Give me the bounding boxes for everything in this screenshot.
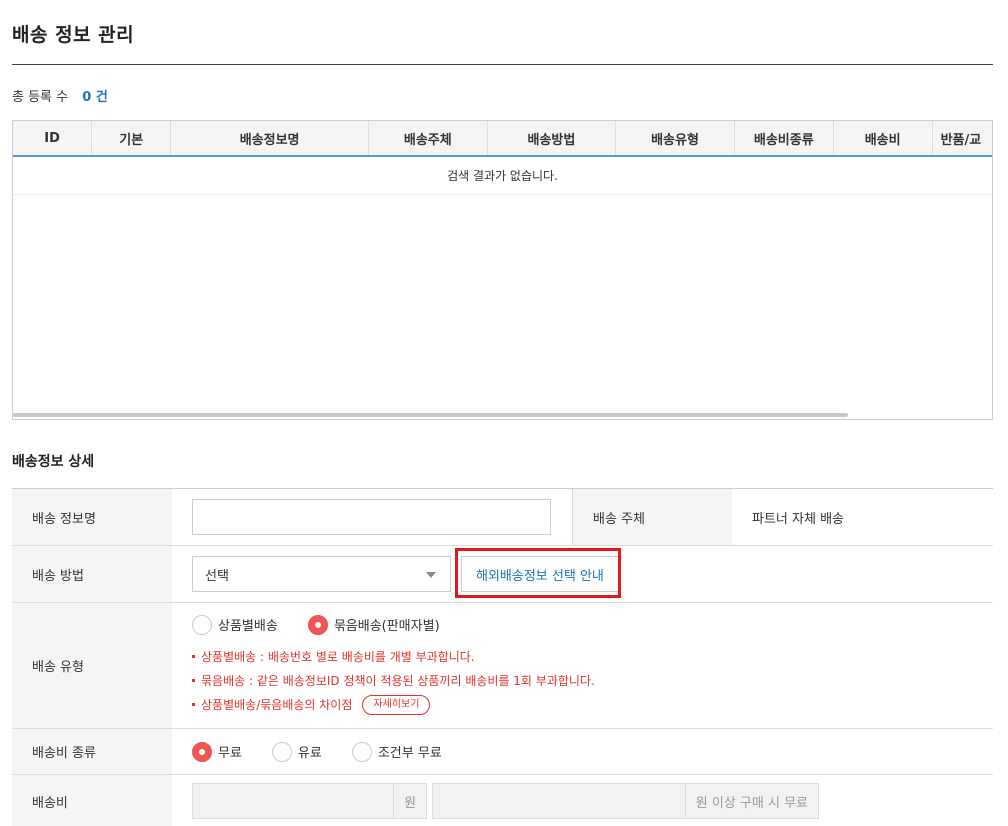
view-details-button[interactable]: 자세히보기 [362, 694, 431, 715]
page-title: 배송 정보 관리 [12, 24, 135, 46]
shipping-method-select[interactable]: 선택 [192, 556, 451, 592]
column-header-id[interactable]: ID [13, 121, 93, 155]
free-threshold-input[interactable]: 원 이상 구매 시 무료 [432, 783, 819, 819]
column-header-name[interactable]: 배송정보명 [171, 121, 369, 155]
chevron-down-icon [426, 572, 436, 578]
owner-value: 파트너 자체 배송 [752, 511, 844, 527]
row-method: 배송 방법 선택 해외배송정보 선택 안내 [12, 546, 993, 603]
radio-circle [192, 614, 212, 635]
shipping-name-input[interactable] [192, 499, 551, 535]
column-header-owner[interactable]: 배송주체 [369, 121, 488, 155]
radio-circle-selected [192, 741, 212, 762]
radio-label: 무료 [218, 746, 242, 761]
detail-section-title: 배송정보 상세 [12, 454, 95, 470]
bullet-icon [192, 703, 195, 706]
title-divider [12, 64, 993, 65]
label-fee: 배송비 [12, 775, 172, 826]
radio-bundle[interactable]: 묶음배송(판매자별) [307, 614, 440, 635]
type-radio-group: 상품별배송 묶음배송(판매자별) [192, 614, 470, 635]
row-fee: 배송비 원 원 이상 구매 시 무료 [12, 775, 993, 826]
radio-label: 조건부 무료 [377, 746, 442, 761]
total-count-label: 총 등록 수 [12, 90, 69, 105]
grid-empty-message: 검색 결과가 없습니다. [13, 157, 992, 195]
label-name: 배송 정보명 [12, 489, 172, 545]
total-count-value: 0 건 [82, 90, 108, 105]
radio-per-product[interactable]: 상품별배송 [192, 614, 278, 635]
radio-circle [271, 741, 292, 762]
shipping-info-grid: ID 기본 배송정보명 배송주체 배송방법 배송유형 배송비종류 배송비 반품/… [12, 120, 993, 420]
label-fee-kind: 배송비 종류 [12, 729, 172, 774]
horizontal-scrollbar[interactable] [13, 413, 848, 417]
column-header-fee[interactable]: 배송비 [834, 121, 933, 155]
label-method: 배송 방법 [12, 546, 172, 602]
row-fee-kind: 배송비 종류 무료 유료 조건부 무료 [12, 729, 993, 775]
note-item: 상품별배송 : 배송번호 별로 배송비를 개별 부과합니다. [192, 645, 595, 669]
radio-circle [351, 741, 372, 762]
bullet-icon [192, 655, 195, 658]
fee-unit: 원 [393, 784, 426, 818]
radio-label: 묶음배송(판매자별) [333, 619, 440, 634]
column-header-type[interactable]: 배송유형 [616, 121, 735, 155]
grid-header: ID 기본 배송정보명 배송주체 배송방법 배송유형 배송비종류 배송비 반품/… [13, 121, 992, 157]
column-header-return[interactable]: 반품/교 [933, 121, 992, 155]
highlight-box [455, 548, 621, 598]
note-item: 묶음배송 : 같은 배송정보ID 정책이 적용된 상품끼리 배송비를 1회 부과… [192, 669, 595, 693]
shipping-method-selected: 선택 [205, 568, 229, 584]
radio-free[interactable]: 무료 [192, 741, 242, 762]
detail-form: 배송 정보명 배송 주체 파트너 자체 배송 배송 방법 선택 해외배송정보 선… [12, 488, 993, 826]
bullet-icon [192, 679, 195, 682]
label-type: 배송 유형 [12, 603, 172, 728]
column-header-method[interactable]: 배송방법 [488, 121, 617, 155]
threshold-unit: 원 이상 구매 시 무료 [684, 784, 818, 818]
radio-conditional-free[interactable]: 조건부 무료 [351, 741, 442, 762]
label-owner: 배송 주체 [572, 489, 732, 545]
fee-kind-radio-group: 무료 유료 조건부 무료 [192, 741, 472, 762]
fee-amount-input[interactable]: 원 [192, 783, 427, 819]
type-notes: 상품별배송 : 배송번호 별로 배송비를 개별 부과합니다. 묶음배송 : 같은… [192, 645, 595, 717]
row-name: 배송 정보명 배송 주체 파트너 자체 배송 [12, 489, 993, 546]
radio-circle-selected [307, 614, 328, 635]
column-header-fee-kind[interactable]: 배송비종류 [735, 121, 834, 155]
overseas-shipping-guide-button[interactable]: 해외배송정보 선택 안내 [455, 548, 621, 598]
column-header-default[interactable]: 기본 [92, 121, 172, 155]
total-count-row: 총 등록 수 0 건 [12, 86, 108, 105]
radio-label: 유료 [297, 746, 322, 761]
radio-paid[interactable]: 유료 [271, 741, 322, 762]
note-item: 상품별배송/묶음배송의 차이점 자세히보기 [192, 693, 595, 717]
row-type: 배송 유형 상품별배송 묶음배송(판매자별) 상품별배송 : 배송번호 별로 배… [12, 603, 993, 729]
radio-label: 상품별배송 [218, 619, 278, 634]
